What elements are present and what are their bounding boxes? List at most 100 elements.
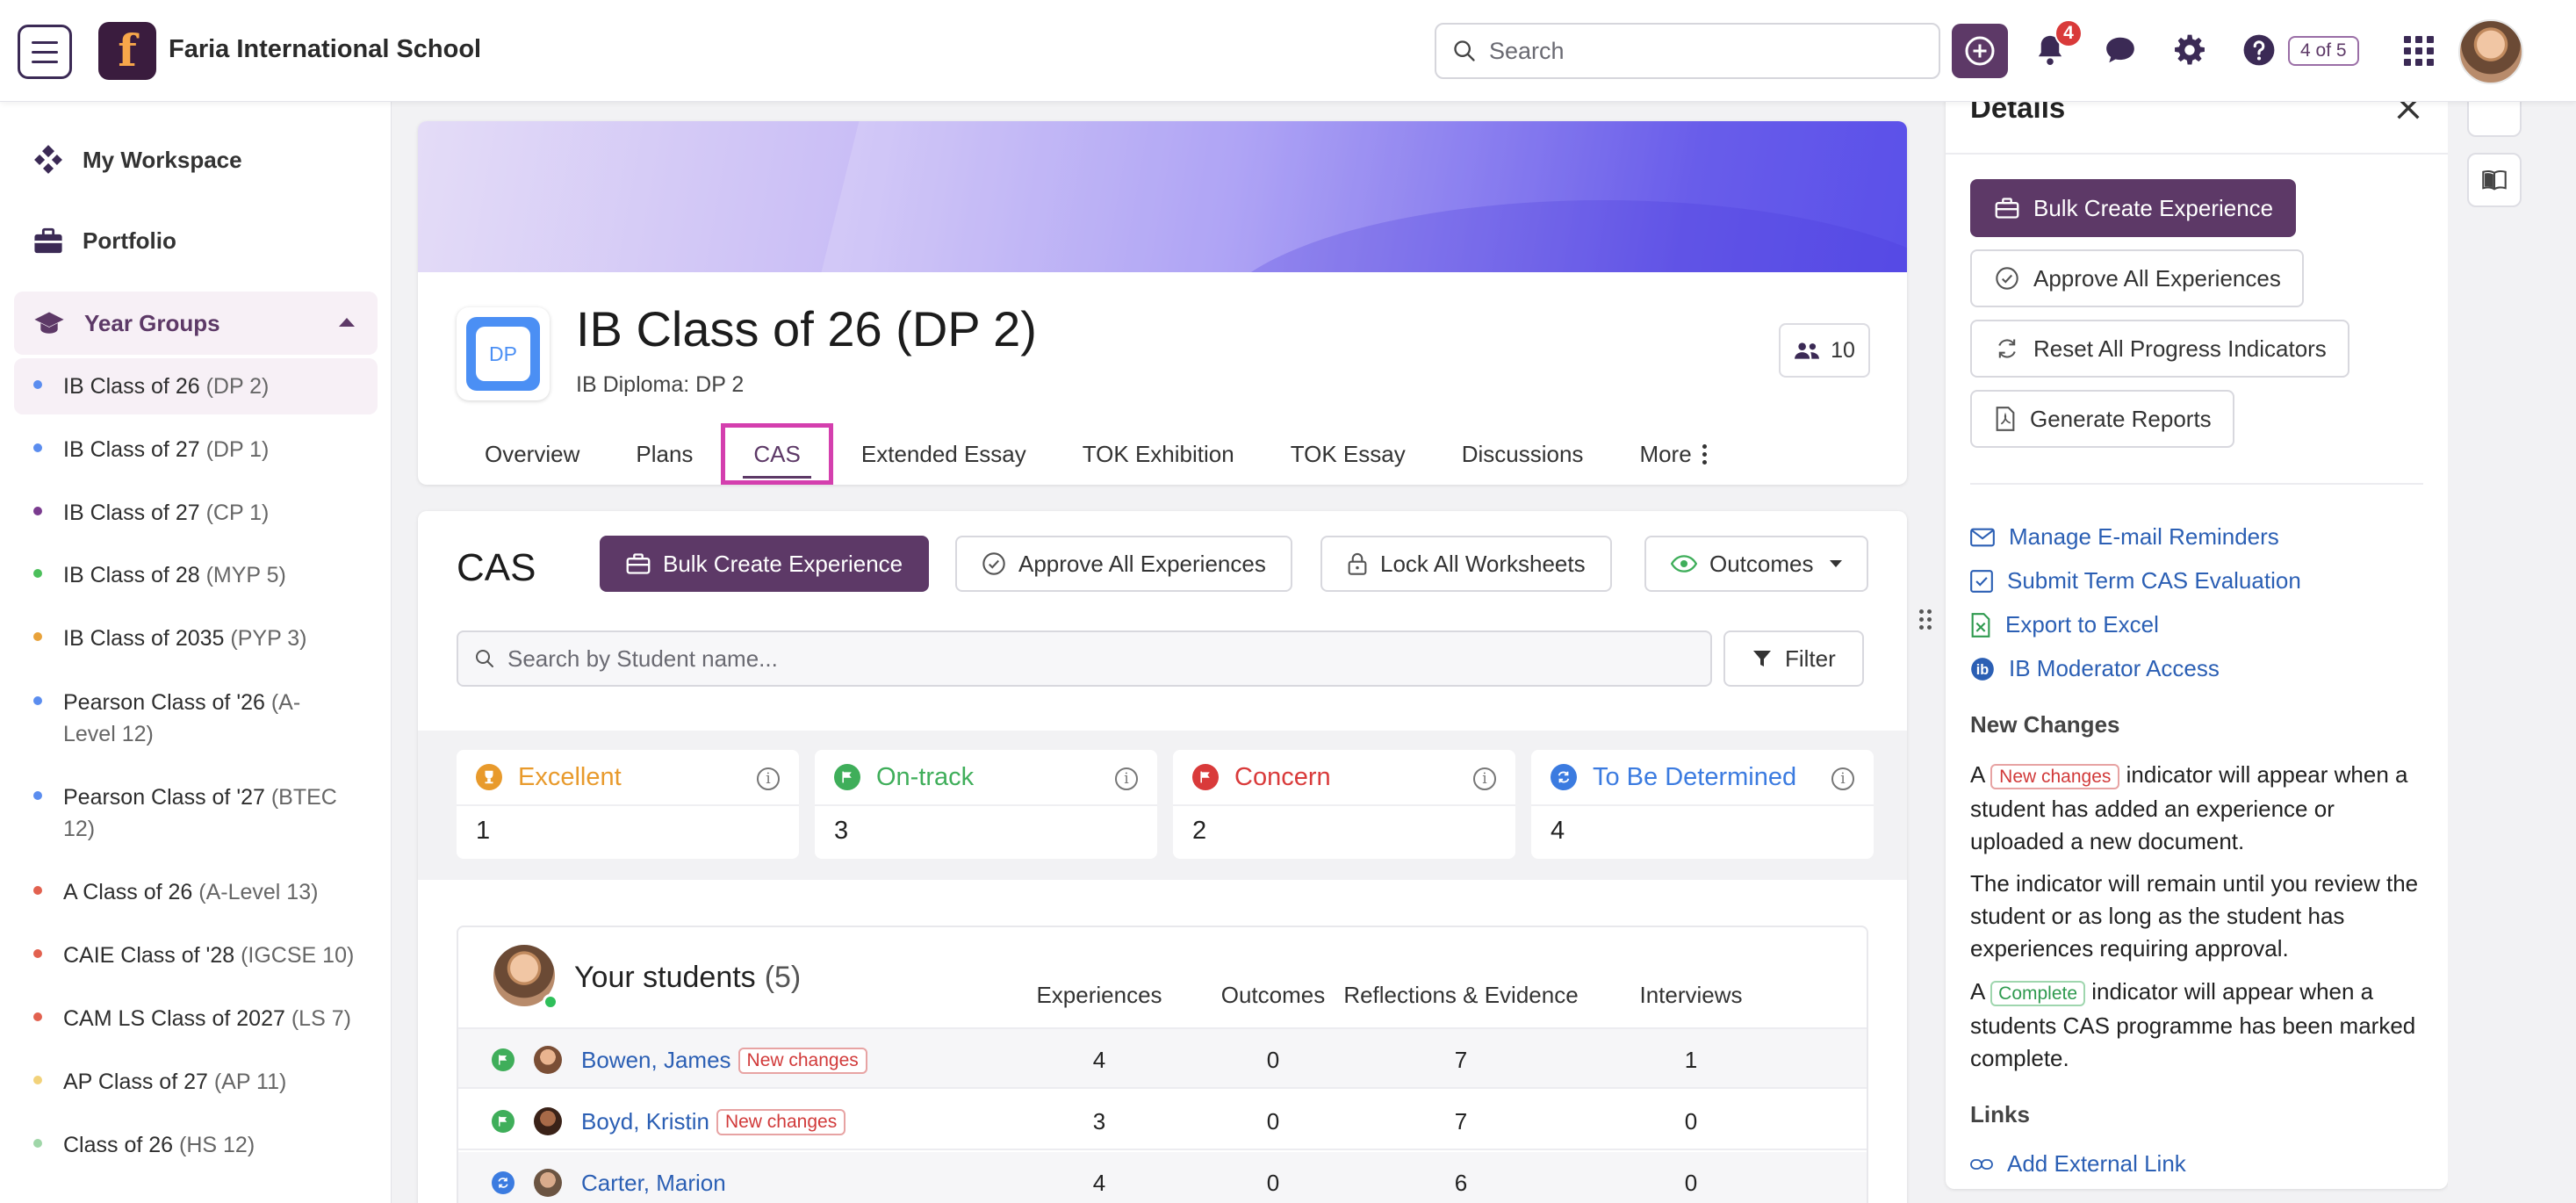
- sidebar-item-my-workspace[interactable]: My Workspace: [14, 128, 378, 191]
- column-header-interviews[interactable]: Interviews: [1594, 982, 1788, 1009]
- section-title: CAS: [457, 546, 536, 589]
- add-external-link[interactable]: Add External Link: [1970, 1150, 2186, 1178]
- chevron-down-icon: [1829, 560, 1842, 567]
- panel-resize-handle[interactable]: [1919, 609, 1932, 630]
- members-button[interactable]: 10: [1779, 323, 1870, 378]
- reset-progress-indicators-button[interactable]: Reset All Progress Indicators: [1970, 320, 2349, 378]
- complete-description: A Complete indicator will appear when a …: [1970, 978, 2416, 1071]
- generate-reports-button[interactable]: Generate Reports: [1970, 390, 2234, 448]
- student-name-link[interactable]: Bowen, James New changes: [581, 1047, 867, 1074]
- sidebar-class-item[interactable]: Class of 26 (HS 12): [14, 1117, 378, 1173]
- filter-button[interactable]: Filter: [1723, 630, 1864, 687]
- stat-value: 4: [1551, 817, 1565, 845]
- class-color-dot: [33, 1139, 42, 1148]
- submit-term-cas-evaluation-link[interactable]: Submit Term CAS Evaluation: [1970, 567, 2301, 594]
- tab-tok-exhibition[interactable]: TOK Exhibition: [1054, 423, 1263, 485]
- search-icon: [476, 650, 493, 667]
- chevron-up-icon[interactable]: [339, 318, 355, 327]
- stat-value: 2: [1192, 817, 1207, 845]
- sidebar-class-item[interactable]: IB Class of 26 (DP 2): [14, 358, 378, 414]
- cell-experiences: 4: [1092, 1047, 1106, 1073]
- stat-label: Concern: [1234, 762, 1331, 791]
- help-button[interactable]: [2239, 30, 2279, 70]
- check-circle-icon: [982, 552, 1005, 575]
- table-row[interactable]: Carter, Marion 4 0 6 0: [458, 1152, 1867, 1203]
- kebab-icon: [1702, 443, 1707, 465]
- info-icon[interactable]: i: [1831, 767, 1854, 790]
- stat-excellent[interactable]: Excellent i 1: [457, 750, 799, 859]
- info-icon[interactable]: i: [1115, 767, 1138, 790]
- sidebar-item-label: My Workspace: [83, 146, 242, 173]
- sidebar-class-item[interactable]: CAM LS Class of 2027 (LS 7): [14, 990, 378, 1047]
- avatar: [534, 1107, 562, 1135]
- create-button[interactable]: [1952, 24, 2008, 78]
- stat-concern[interactable]: Concern i 2: [1173, 750, 1515, 859]
- filter-icon: [1753, 651, 1771, 666]
- bulk-create-experience-button[interactable]: Bulk Create Experience: [600, 536, 930, 592]
- sidebar-class-item[interactable]: IB Class of 27 (DP 1): [14, 421, 378, 478]
- lock-all-worksheets-button[interactable]: Lock All Worksheets: [1320, 536, 1612, 592]
- class-color-dot: [33, 632, 42, 641]
- sidebar-class-item[interactable]: IB Class of 27 (CP 1): [14, 485, 378, 541]
- class-color-dot: [33, 443, 42, 452]
- tab-extended-essay[interactable]: Extended Essay: [833, 423, 1054, 485]
- approve-all-experiences-button[interactable]: Approve All Experiences: [955, 536, 1292, 592]
- tab-overview[interactable]: Overview: [457, 423, 608, 485]
- link-icon: [1970, 1158, 1993, 1170]
- apps-grid-icon[interactable]: [2404, 36, 2434, 66]
- tab-more[interactable]: More: [1611, 423, 1734, 485]
- class-tabs: Overview Plans CAS Extended Essay TOK Ex…: [457, 423, 1735, 485]
- table-row[interactable]: Boyd, Kristin New changes 3 0 7 0: [458, 1091, 1867, 1150]
- sidebar-class-item[interactable]: IB Class of 2035 (PYP 3): [14, 610, 378, 666]
- search-input[interactable]: [1489, 37, 1910, 65]
- tab-tok-essay[interactable]: TOK Essay: [1263, 423, 1434, 485]
- sidebar-class-item[interactable]: Pearson Class of '26 (A-Level 12): [14, 674, 378, 762]
- sidebar-item-portfolio[interactable]: Portfolio: [14, 209, 378, 272]
- global-search[interactable]: [1435, 23, 1940, 79]
- column-header-reflections[interactable]: Reflections & Evidence: [1338, 982, 1584, 1009]
- manage-email-reminders-link[interactable]: Manage E-mail Reminders: [1970, 523, 2279, 551]
- student-name-link[interactable]: Boyd, Kristin New changes: [581, 1108, 846, 1135]
- sidebar-item-year-groups[interactable]: Year Groups: [14, 292, 378, 355]
- details-approve-all-button[interactable]: Approve All Experiences: [1970, 249, 2304, 307]
- school-name[interactable]: Faria International School: [169, 35, 481, 64]
- tab-cas[interactable]: CAS: [721, 423, 833, 485]
- graduation-cap-icon: [34, 312, 64, 334]
- stat-label: To Be Determined: [1593, 762, 1797, 791]
- stat-label: On-track: [876, 762, 975, 791]
- info-icon[interactable]: i: [757, 767, 780, 790]
- user-avatar[interactable]: [2458, 19, 2523, 84]
- eye-icon: [1671, 555, 1697, 573]
- tab-plans[interactable]: Plans: [608, 423, 721, 485]
- flag-icon: [492, 1110, 514, 1133]
- info-icon[interactable]: i: [1473, 767, 1496, 790]
- sidebar-class-item[interactable]: Pearson Class of '27 (BTEC 12): [14, 769, 378, 857]
- cell-interviews: 0: [1684, 1170, 1698, 1196]
- indicator-description: The indicator will remain until you revi…: [1970, 870, 2419, 962]
- sidebar-class-item[interactable]: CAIE Class of '28 (IGCSE 10): [14, 927, 378, 983]
- stat-on-track[interactable]: On-track i 3: [815, 750, 1157, 859]
- page-counter[interactable]: 4 of 5: [2288, 36, 2359, 66]
- avatar: [534, 1169, 562, 1197]
- tab-discussions[interactable]: Discussions: [1434, 423, 1612, 485]
- school-logo[interactable]: f: [98, 22, 156, 80]
- export-to-excel-link[interactable]: Export to Excel: [1970, 611, 2159, 638]
- messages-button[interactable]: [2100, 30, 2141, 70]
- table-row[interactable]: Bowen, James New changes 4 0 7 1: [458, 1029, 1867, 1089]
- reader-button[interactable]: [2467, 153, 2522, 207]
- sidebar-class-item[interactable]: AP Class of 27 (AP 11): [14, 1054, 378, 1110]
- student-search[interactable]: [457, 630, 1712, 687]
- page-subtitle: IB Diploma: DP 2: [576, 372, 745, 397]
- settings-button[interactable]: [2169, 30, 2210, 70]
- details-bulk-create-button[interactable]: Bulk Create Experience: [1970, 179, 2297, 237]
- sidebar-class-item[interactable]: IB Class of 28 (MYP 5): [14, 547, 378, 603]
- stat-to-be-determined[interactable]: To Be Determined i 4: [1531, 750, 1874, 859]
- column-header-experiences[interactable]: Experiences: [1003, 982, 1196, 1009]
- menu-button[interactable]: [18, 25, 72, 79]
- student-name-link[interactable]: Carter, Marion: [581, 1170, 726, 1197]
- sidebar-class-item[interactable]: A Class of 26 (A-Level 13): [14, 864, 378, 920]
- outcomes-dropdown[interactable]: Outcomes: [1644, 536, 1868, 592]
- ib-moderator-access-link[interactable]: ib IB Moderator Access: [1970, 655, 2220, 682]
- student-search-input[interactable]: [507, 645, 1649, 673]
- plus-circle-icon: [1965, 36, 1995, 66]
